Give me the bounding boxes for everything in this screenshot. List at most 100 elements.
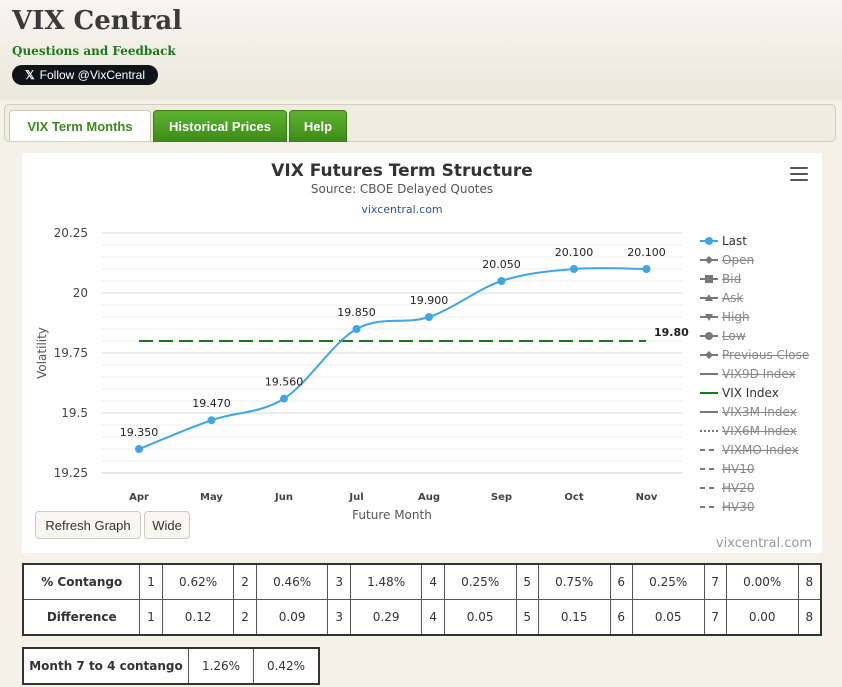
x-tick-label: Aug [418, 492, 440, 503]
y-tick-label: 19.25 [54, 466, 88, 480]
legend-item-low[interactable]: Low [700, 326, 820, 345]
data-label: 19.560 [265, 376, 304, 389]
month-number-cell: 1 [139, 599, 163, 636]
legend-item-high[interactable]: High [700, 307, 820, 326]
tab-help[interactable]: Help [289, 110, 347, 142]
legend-label: Previous Close [722, 347, 810, 362]
month-contango-header: Month 7 to 4 contango [22, 647, 189, 685]
feedback-link[interactable]: Questions and Feedback [12, 44, 176, 58]
legend-label: Bid [722, 271, 742, 286]
value-cell: 0.75% [537, 563, 611, 600]
month-contango-value: 1.26% [188, 647, 254, 685]
data-label: 19.350 [120, 426, 159, 439]
legend-label: HV20 [722, 480, 755, 495]
line-marker-icon [700, 368, 718, 380]
chart-legend: Last Open Bid Ask High Low Previous Close VIX9D… [700, 231, 820, 516]
legend-item-vix3m-index[interactable]: VIX3M Index [700, 402, 820, 421]
month-number-cell: 5 [515, 599, 539, 636]
legend-label: HV30 [722, 499, 755, 514]
legend-item-hv20[interactable]: HV20 [700, 478, 820, 497]
value-cell: 1.48% [349, 563, 423, 600]
month-number-cell: 4 [421, 599, 445, 636]
last-data-point[interactable] [642, 265, 651, 273]
last-data-point[interactable] [570, 265, 578, 273]
data-label: 19.470 [192, 397, 231, 410]
value-cell: 0.25% [631, 563, 705, 600]
square-marker-icon [700, 273, 718, 285]
vix-index-label: 19.80 [654, 326, 689, 339]
follow-label: Follow @VixCentral [39, 68, 145, 82]
legend-label: VIX Index [722, 385, 779, 400]
legend-item-vix-index[interactable]: VIX Index [700, 383, 820, 402]
row-header: Difference [22, 599, 141, 636]
last-data-point[interactable] [425, 313, 433, 321]
diamond-marker-icon [700, 254, 718, 266]
last-data-point[interactable] [207, 416, 216, 425]
last-data-point[interactable] [135, 445, 143, 453]
x-tick-label: Nov [636, 492, 658, 503]
legend-item-ask[interactable]: Ask [700, 288, 820, 307]
last-data-point[interactable] [352, 325, 361, 333]
x-logo-icon: 𝕏 [25, 68, 35, 82]
circle-marker-icon [700, 235, 718, 247]
legend-item-vix6m-index[interactable]: VIX6M Index [700, 421, 820, 440]
tab-vix-term-months[interactable]: VIX Term Months [9, 110, 151, 141]
y-tick-label: 19.75 [54, 346, 88, 360]
value-cell: 0.05 [631, 599, 705, 636]
refresh-graph-button[interactable]: Refresh Graph [35, 511, 141, 539]
legend-item-hv10[interactable]: HV10 [700, 459, 820, 478]
last-data-point[interactable] [497, 277, 506, 285]
x-tick-label: Oct [564, 492, 583, 503]
circle-marker-icon [700, 330, 718, 342]
month-number-cell: 2 [233, 563, 257, 600]
y-tick-label: 20 [73, 286, 88, 300]
month-number-cell: 3 [327, 599, 351, 636]
twitter-follow-button[interactable]: 𝕏 Follow @VixCentral [12, 65, 158, 85]
x-tick-label: May [200, 492, 223, 503]
legend-item-last[interactable]: Last [700, 231, 820, 250]
legend-label: Last [722, 233, 747, 248]
tab-bar: VIX Term Months Historical Prices Help [4, 104, 836, 142]
legend-label: Ask [722, 290, 744, 305]
triangle-down-marker-icon [700, 311, 718, 323]
legend-label: HV10 [722, 461, 755, 476]
dotted-marker-icon [700, 425, 718, 437]
wide-button[interactable]: Wide [144, 511, 190, 539]
dashed-marker-icon [700, 463, 718, 475]
value-cell: 0.46% [255, 563, 329, 600]
triangle-marker-icon [700, 292, 718, 304]
legend-item-bid[interactable]: Bid [700, 269, 820, 288]
month-contango-table: Month 7 to 4 contango 1.26% 0.42% [22, 647, 320, 685]
month-number-cell: 6 [609, 599, 633, 636]
value-cell: 0.15 [537, 599, 611, 636]
legend-label: VIXMO Index [722, 442, 799, 457]
site-title: VIX Central [12, 6, 183, 36]
tab-historical-prices[interactable]: Historical Prices [153, 110, 287, 142]
y-tick-label: 20.25 [54, 226, 88, 240]
month-number-cell: 8 [797, 563, 822, 600]
month-number-cell: 2 [233, 599, 257, 636]
dashed-marker-icon [700, 444, 718, 456]
chart-menu-icon[interactable] [790, 167, 808, 181]
data-label: 19.900 [410, 294, 449, 307]
legend-item-previous-close[interactable]: Previous Close [700, 345, 820, 364]
x-tick-label: Apr [129, 492, 149, 503]
month-number-cell: 5 [515, 563, 539, 600]
y-axis-title: Volatility [35, 327, 49, 379]
last-data-point[interactable] [280, 394, 288, 403]
month-number-cell: 6 [609, 563, 633, 600]
value-cell: 0.00% [725, 563, 799, 600]
legend-item-vixmo-index[interactable]: VIXMO Index [700, 440, 820, 459]
value-cell: 0.05 [443, 599, 517, 636]
legend-item-open[interactable]: Open [700, 250, 820, 269]
legend-label: VIX9D Index [722, 366, 796, 381]
data-label: 20.100 [627, 246, 666, 259]
legend-item-vix9d-index[interactable]: VIX9D Index [700, 364, 820, 383]
chart-panel: VIX Futures Term Structure Source: CBOE … [22, 153, 822, 553]
value-cell: 0.25% [443, 563, 517, 600]
month-number-cell: 7 [703, 563, 727, 600]
term-structure-chart: 19.25 19.5 19.75 20 20.25 Apr May Jun Jul Aug Sep O… [35, 226, 689, 522]
legend-label: High [722, 309, 750, 324]
legend-label: Low [722, 328, 746, 343]
legend-item-hv30[interactable]: HV30 [700, 497, 820, 516]
